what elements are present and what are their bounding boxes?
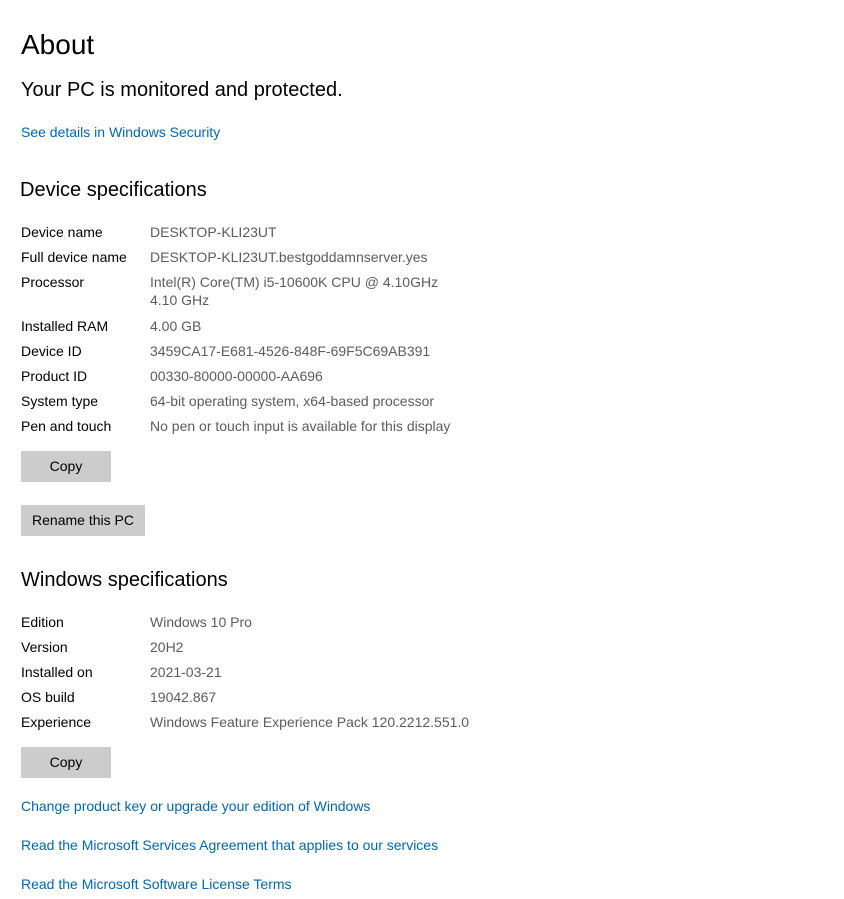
spec-value: 3459CA17-E681-4526-848F-69F5C69AB391: [150, 343, 431, 359]
spec-value: Windows Feature Experience Pack 120.2212…: [150, 714, 470, 730]
spec-label: Processor: [21, 274, 85, 290]
protection-status: Your PC is monitored and protected.: [21, 79, 343, 101]
rename-pc-button[interactable]: Rename this PC: [21, 505, 145, 536]
page-title: About: [21, 29, 95, 60]
spec-label: Version: [21, 639, 68, 655]
spec-label: Device name: [21, 224, 103, 240]
spec-value: 00330-80000-00000-AA696: [150, 368, 323, 384]
spec-value: No pen or touch input is available for t…: [150, 418, 451, 434]
about-page: About Your PC is monitored and protected…: [0, 0, 844, 899]
spec-value: 4.00 GB: [150, 318, 202, 334]
services-agreement-link[interactable]: Read the Microsoft Services Agreement th…: [21, 836, 438, 854]
spec-value: Intel(R) Core(TM) i5-10600K CPU @ 4.10GH…: [150, 274, 450, 308]
spec-label: System type: [21, 393, 99, 409]
spec-value: Windows 10 Pro: [150, 614, 252, 630]
license-terms-link[interactable]: Read the Microsoft Software License Term…: [21, 875, 292, 893]
spec-label: Full device name: [21, 249, 127, 265]
spec-value: 64-bit operating system, x64-based proce…: [150, 393, 435, 409]
spec-label: Pen and touch: [21, 418, 112, 434]
device-specifications-heading: Device specifications: [20, 179, 207, 201]
spec-label: OS build: [21, 689, 75, 705]
copy-windows-specs-button[interactable]: Copy: [21, 747, 111, 778]
spec-label: Installed RAM: [21, 318, 109, 334]
windows-security-link[interactable]: See details in Windows Security: [21, 123, 220, 141]
windows-specifications-heading: Windows specifications: [21, 569, 228, 591]
spec-label: Device ID: [21, 343, 82, 359]
spec-value: 20H2: [150, 639, 184, 655]
copy-device-specs-button[interactable]: Copy: [21, 451, 111, 482]
spec-value: DESKTOP-KLI23UT: [150, 224, 277, 240]
spec-label: Experience: [21, 714, 92, 730]
spec-value: 19042.867: [150, 689, 217, 705]
spec-label: Product ID: [21, 368, 88, 384]
spec-label: Installed on: [21, 664, 93, 680]
change-product-key-link[interactable]: Change product key or upgrade your editi…: [21, 797, 370, 815]
spec-value: DESKTOP-KLI23UT.bestgoddamnserver.yes: [150, 249, 428, 265]
spec-label: Edition: [21, 614, 64, 630]
spec-value: 2021-03-21: [150, 664, 222, 680]
